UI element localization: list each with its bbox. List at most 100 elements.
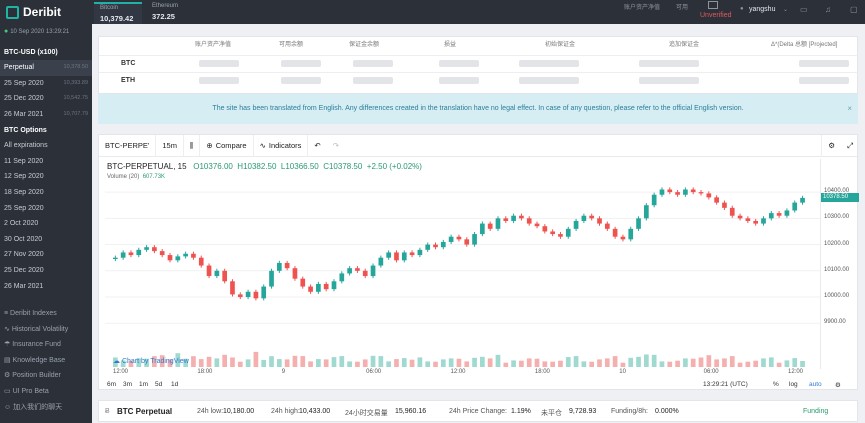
chart-time[interactable]: 13:29:21 (UTC): [703, 381, 748, 388]
range-3m[interactable]: 3m: [123, 381, 132, 388]
percent-toggle[interactable]: %: [773, 381, 779, 388]
candle-body: [503, 218, 509, 221]
close-icon[interactable]: ×: [847, 94, 852, 124]
hidden-value: [199, 60, 239, 67]
instrument-tab-ethereum[interactable]: Ethereum 372.25: [146, 2, 194, 24]
candle-body: [745, 218, 751, 221]
verification-status[interactable]: Unverified: [700, 12, 732, 19]
volume-bar: [729, 356, 735, 367]
sidebar-item-volatility[interactable]: ∿ Historical Volatility: [0, 322, 92, 338]
sidebar-item-ui-pro[interactable]: ▭ UI Pro Beta: [0, 384, 92, 400]
sidebar-item-option[interactable]: 26 Mar 2021: [0, 279, 92, 295]
candle-body: [284, 262, 290, 269]
sidebar-item-label: UI Pro Beta: [12, 388, 49, 396]
range-6m[interactable]: 6m: [107, 381, 116, 388]
deribit-logo[interactable]: Deribit: [6, 5, 61, 19]
price-scale[interactable]: 9900.00 10000.00 10100.00 10200.00 10300.00 1…: [820, 159, 859, 369]
log-toggle[interactable]: log: [789, 381, 798, 388]
volume-bar: [565, 357, 571, 367]
auto-toggle[interactable]: auto: [809, 381, 822, 388]
sidebar-item-label: Historical Volatility: [11, 325, 69, 333]
candlestick-chart[interactable]: [105, 159, 820, 369]
sidebar-item-option[interactable]: 30 Oct 2020: [0, 232, 92, 248]
ticker-name[interactable]: BTC Perpetual: [117, 407, 172, 416]
price-tick-label: 10200.00: [824, 240, 850, 247]
candle-body: [690, 189, 696, 193]
range-5d[interactable]: 5d: [155, 381, 162, 388]
redo-button[interactable]: ↷: [327, 135, 345, 157]
hidden-value: [799, 77, 849, 84]
undo-button[interactable]: ↶: [308, 135, 326, 157]
candle-style-button[interactable]: ⫼: [184, 134, 201, 157]
volume-bar: [253, 351, 259, 367]
sidebar-futures-header[interactable]: BTC-USD (x100): [0, 45, 92, 61]
ticker-volume-label: 24小时交易量: [345, 410, 388, 417]
sidebar-item-option[interactable]: 27 Nov 2020: [0, 247, 92, 263]
volume-bar: [386, 361, 391, 367]
interval-button[interactable]: 15m: [156, 134, 184, 157]
candle-body: [464, 239, 470, 245]
volume-bar: [573, 356, 579, 367]
sidebar-item-insurance[interactable]: ☂ Insurance Fund: [0, 337, 92, 353]
volume-bar: [198, 359, 204, 367]
volume-bar: [792, 358, 798, 367]
sidebar: ● 10 Sep 2020 13:29:21 BTC-USD (x100) Pe…: [0, 24, 92, 423]
username[interactable]: yangshu: [749, 6, 775, 13]
settings-button[interactable]: ⚙: [821, 134, 841, 157]
instrument-price: 10,379.42: [100, 14, 134, 23]
sidebar-item-label: Perpetual: [4, 64, 34, 72]
candle-body: [597, 218, 602, 224]
bell-icon[interactable]: ♫: [825, 5, 831, 14]
time-tick-label: 18:00: [197, 369, 213, 375]
sidebar-item-option[interactable]: 2 Oct 2020: [0, 216, 92, 232]
sidebar-item-perpetual[interactable]: Perpetual 10,378.50: [0, 60, 92, 76]
legend-open: O10376.00: [193, 162, 233, 171]
volume-bar: [620, 362, 626, 367]
candle-body: [558, 234, 563, 237]
sidebar-item-position-builder[interactable]: ⚙ Position Builder: [0, 368, 92, 384]
range-1m[interactable]: 1m: [139, 381, 148, 388]
gear-icon[interactable]: ⚙: [835, 381, 841, 389]
tv-link-text: Chart by TradingView: [121, 358, 189, 365]
sidebar-item-option[interactable]: 25 Dec 2020: [0, 263, 92, 279]
time-scale[interactable]: 12:00 18:00 9 06:00 12:00 18:00 10 06:00 12:00: [105, 369, 820, 379]
volume-value: 607.73K: [142, 174, 166, 180]
volume-bar: [456, 358, 462, 367]
sidebar-item-indexes[interactable]: ≡ Deribit Indexes: [0, 306, 92, 322]
chat-icon[interactable]: ▢: [850, 5, 858, 14]
candle-body: [292, 268, 298, 279]
sidebar-item-option[interactable]: 12 Sep 2020: [0, 169, 92, 185]
volume-bar: [472, 357, 477, 367]
instrument-tab-bitcoin[interactable]: Bitcoin 10,379.42: [94, 2, 142, 24]
indicators-button[interactable]: ∿ Indicators: [254, 134, 309, 157]
fullscreen-button[interactable]: ⤢: [841, 135, 859, 157]
sidebar-item-option[interactable]: 11 Sep 2020: [0, 154, 92, 170]
candle-body: [495, 218, 501, 229]
range-1d[interactable]: 1d: [171, 381, 178, 388]
chevron-down-icon[interactable]: ⌄: [783, 6, 788, 13]
sidebar-item-option[interactable]: All expirations: [0, 138, 92, 154]
monitor-icon[interactable]: ▭: [800, 5, 808, 14]
candle-body: [167, 255, 173, 261]
sidebar-item-chat[interactable]: ☺ 加入我们的聊天: [0, 400, 92, 416]
volume-bar: [675, 360, 680, 367]
compare-button[interactable]: ⊕ Compare: [200, 134, 254, 157]
sidebar-item-future[interactable]: 25 Dec 2020 10,542.75: [0, 91, 92, 107]
sidebar-item-future[interactable]: 26 Mar 2021 10,707.79: [0, 107, 92, 123]
sidebar-item-option[interactable]: 18 Sep 2020: [0, 185, 92, 201]
time-tick-label: 12:00: [450, 369, 466, 375]
volume-bar: [714, 359, 719, 367]
id-card-icon: [708, 1, 718, 9]
sidebar-item-future[interactable]: 25 Sep 2020 10,393.89: [0, 76, 92, 92]
funding-link[interactable]: Funding: [803, 408, 828, 415]
sidebar-item-option[interactable]: 25 Sep 2020: [0, 201, 92, 217]
volume-bar: [464, 361, 470, 367]
table-row: BTC: [99, 55, 859, 71]
volume-bar: [800, 361, 805, 367]
symbol-search[interactable]: BTC-PERPE': [99, 134, 157, 157]
datetime-text: 10 Sep 2020 13:29:21: [10, 29, 70, 35]
sidebar-options-header[interactable]: BTC Options: [0, 123, 92, 139]
sidebar-item-knowledge[interactable]: ▤ Knowledge Base: [0, 353, 92, 369]
tradingview-link[interactable]: ☁ Chart by TradingView: [113, 357, 189, 365]
